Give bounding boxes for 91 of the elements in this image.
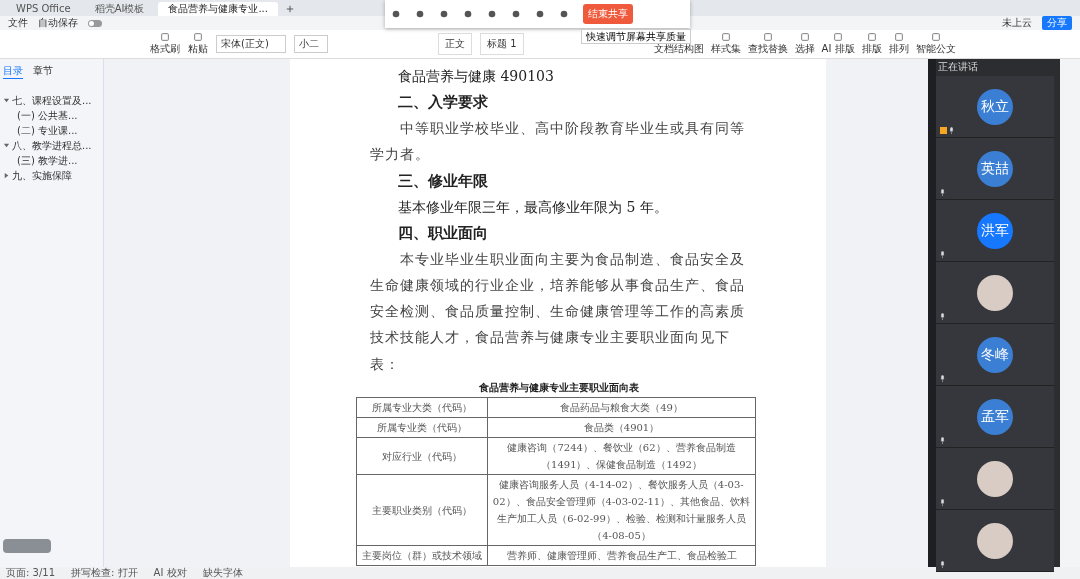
ribbon-button[interactable]: 查找替换	[747, 32, 788, 56]
paragraph: 本专业毕业生职业面向主要为食品制造、食品安全及生命健康领域的行业企业，培养能够从事食品生产、食品安全检测、食品质量控制、生命健康管理等工作的高素质技术技能人才，食品营养与健康专业主要职业面向见下表：	[370, 249, 746, 374]
new-tab-icon[interactable]	[286, 5, 294, 13]
section-heading: 二、入学要求	[397, 92, 489, 113]
avatar: 冬峰	[977, 336, 1013, 373]
microphone-icon	[940, 251, 945, 258]
caret-icon	[3, 142, 10, 149]
quality-tooltip: 快速调节屏幕共享质量	[581, 29, 691, 44]
table-cell: 食品药品与粮食大类（49）	[487, 397, 756, 418]
outline-item[interactable]: 八、教学进程总...	[3, 138, 100, 153]
avatar: 洪军	[977, 212, 1013, 249]
paragraph: 基本修业年限三年，最高修业年限为 5 年。	[397, 197, 669, 217]
outline-item[interactable]: (三) 教学进...	[3, 153, 100, 168]
avatar: 秋立	[977, 88, 1013, 125]
toolbar-icon[interactable]	[463, 9, 473, 19]
microphone-icon	[949, 127, 954, 134]
ribbon-button[interactable]: AI 排版	[821, 32, 855, 56]
tool-icon	[930, 32, 941, 42]
caret-icon	[3, 172, 10, 179]
sidebar-tab[interactable]: 章节	[33, 64, 53, 79]
outline-item[interactable]: 九、实施保障	[3, 168, 100, 183]
table-cell: 所属专业类（代码）	[356, 417, 488, 438]
tool-icon	[193, 32, 203, 42]
microphone-icon	[940, 375, 945, 382]
table-cell: 对应行业（代码）	[356, 437, 488, 475]
share-button[interactable]: 分享	[1042, 16, 1072, 30]
table-cell: 营养师、健康管理师、营养食品生产工、食品检验工	[487, 545, 756, 566]
microphone-icon	[940, 313, 945, 320]
avatar: 孟军	[977, 398, 1013, 435]
tool-icon	[160, 32, 170, 42]
table-cell: 健康咨询服务人员（4-14-02）、餐饮服务人员（4-03-02）、食品安全管理师（4-03-02-11）、其他食品、饮料生产加工人员（6-02-99）、检验、检测和计量服务人员（4-08-05）	[487, 474, 756, 546]
table-cell: 主要职业类别（代码）	[356, 474, 488, 546]
ribbon-button[interactable]: 格式刷	[150, 32, 180, 56]
toolbar-icon[interactable]	[439, 9, 449, 19]
toolbar-icon[interactable]	[415, 9, 425, 19]
caret-icon	[3, 97, 10, 104]
table-cell: 食品类（4901）	[487, 417, 756, 438]
window-tab[interactable]: 稻壳AI模板	[84, 2, 155, 16]
tool-icon	[866, 32, 877, 42]
style-preset[interactable]: 标题 1	[480, 33, 524, 55]
ribbon-button[interactable]: 粘贴	[188, 32, 208, 56]
size-dropdown[interactable]: 小二	[294, 35, 328, 53]
paragraph: 中等职业学校毕业、高中阶段教育毕业生或具有同等学力者。	[370, 119, 746, 165]
toolbar-icon[interactable]	[535, 9, 545, 19]
table-caption: 食品营养与健康专业主要职业面向表	[478, 381, 640, 396]
outline-item[interactable]: (一) 公共基...	[3, 108, 100, 123]
photo-placeholder	[977, 274, 1013, 311]
style-preset[interactable]: 正文	[438, 33, 472, 55]
tool-icon	[799, 32, 810, 42]
ribbon-button[interactable]: 选择	[794, 32, 815, 56]
toolbar-icon[interactable]	[487, 9, 497, 19]
ribbon-button[interactable]: 排版	[861, 32, 882, 56]
toolbar-icon[interactable]	[559, 9, 569, 19]
tool-icon	[720, 32, 731, 42]
autosave-toggle[interactable]	[88, 19, 102, 27]
paragraph: 食品营养与健康 490103	[397, 67, 555, 86]
panel-title: 正在讲话	[937, 60, 979, 74]
tool-icon	[762, 32, 773, 42]
ribbon-button[interactable]: 排列	[888, 32, 909, 56]
microphone-icon	[940, 437, 945, 444]
table-cell: 主要岗位（群）或技术领域	[356, 545, 488, 566]
outline-item[interactable]: 七、课程设置及...	[3, 93, 100, 108]
table-cell: 所属专业大类（代码）	[356, 397, 488, 418]
outline-item[interactable]: (二) 专业课...	[3, 123, 100, 138]
microphone-icon	[940, 189, 945, 196]
window-tab[interactable]: 食品营养与健康专业...	[158, 2, 278, 16]
autosave-label: 自动保存	[38, 16, 78, 30]
status-item[interactable]: 缺失字体	[202, 566, 243, 579]
status-item[interactable]: 拼写检查: 打开	[71, 566, 138, 579]
ribbon-button[interactable]: 样式集	[710, 32, 741, 56]
file-menu[interactable]: 文件	[8, 16, 28, 30]
table-cell: 健康咨询（7244）、餐饮业（62）、营养食品制造（1491）、保健食品制造（1492）	[487, 437, 756, 475]
toolbar-icon[interactable]	[511, 9, 521, 19]
sidebar-tab[interactable]: 目录	[3, 64, 23, 79]
status-item[interactable]: AI 校对	[153, 566, 187, 579]
font-dropdown[interactable]: 宋体(正文)	[216, 35, 286, 53]
toolbar-icon[interactable]	[391, 9, 401, 19]
window-tab[interactable]: WPS Office	[6, 2, 81, 16]
section-heading: 三、修业年限	[397, 170, 489, 192]
tool-icon	[893, 32, 904, 42]
status-pill	[3, 539, 51, 553]
photo-placeholder	[977, 460, 1013, 497]
microphone-icon	[940, 561, 945, 568]
avatar: 英喆	[977, 150, 1013, 187]
ribbon-button[interactable]: 智能公文	[915, 32, 956, 56]
tool-icon	[833, 32, 844, 42]
status-item[interactable]: 页面: 3/11	[6, 566, 55, 579]
cloud-status[interactable]: 未上云	[1002, 16, 1032, 30]
section-heading: 四、职业面向	[397, 222, 489, 244]
photo-placeholder	[977, 522, 1013, 559]
microphone-icon	[940, 499, 945, 506]
